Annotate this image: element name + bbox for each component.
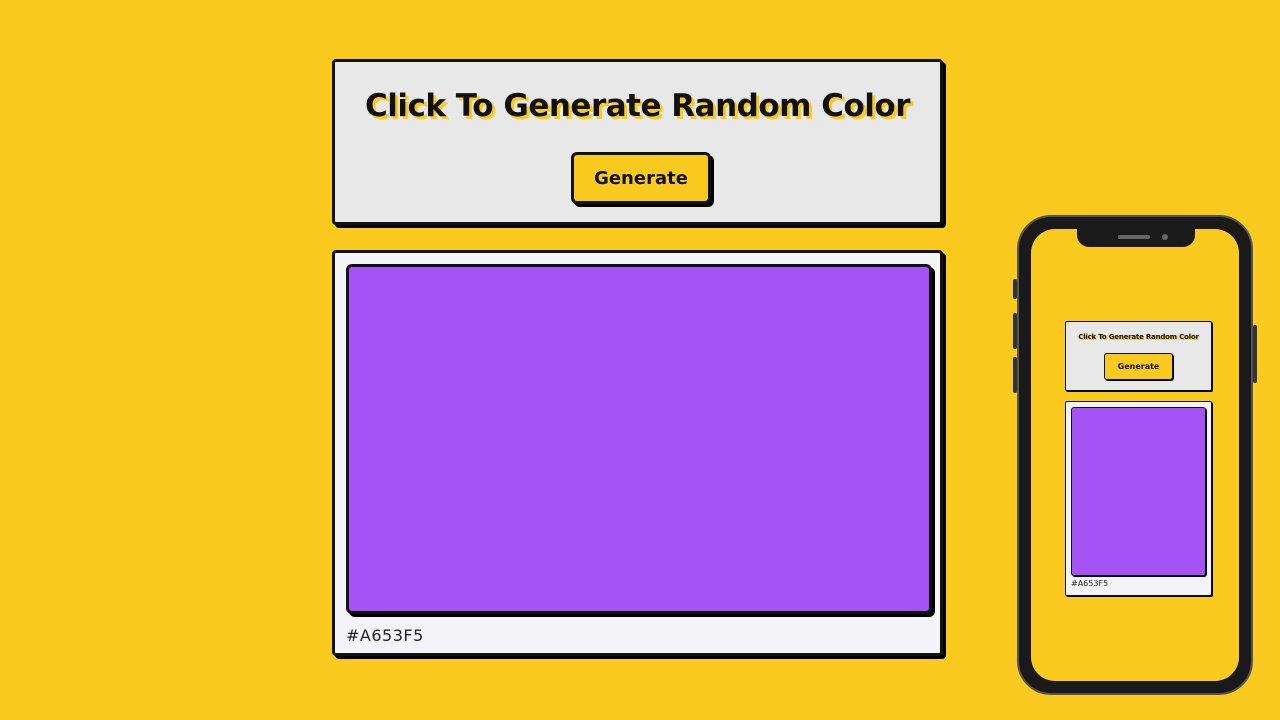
speaker-icon — [1118, 235, 1150, 239]
camera-icon — [1162, 234, 1168, 240]
phone-volume-down — [1013, 357, 1017, 393]
phone-silent-switch — [1013, 279, 1017, 299]
mobile-header-card: Click To Generate Random Color Generate — [1065, 321, 1212, 391]
mobile-color-card: #A653F5 — [1065, 401, 1212, 596]
mobile-generate-button[interactable]: Generate — [1104, 353, 1173, 380]
phone-notch — [1077, 229, 1195, 247]
header-card: Click To Generate Random Color Generate — [332, 59, 943, 225]
phone-screen: Click To Generate Random Color Generate … — [1031, 229, 1239, 681]
phone-mockup: Click To Generate Random Color Generate … — [1013, 215, 1257, 695]
mobile-color-swatch — [1071, 407, 1206, 576]
mobile-hex-code-label: #A653F5 — [1071, 579, 1109, 588]
color-swatch — [346, 264, 932, 614]
phone-volume-up — [1013, 313, 1017, 349]
hex-code-label: #A653F5 — [346, 626, 424, 645]
phone-power-button — [1253, 325, 1257, 383]
color-card: #A653F5 — [332, 250, 943, 656]
mobile-page-title: Click To Generate Random Color — [1078, 333, 1199, 341]
generate-button[interactable]: Generate — [571, 152, 711, 204]
page: Click To Generate Random Color Generate … — [0, 0, 1280, 720]
page-title: Click To Generate Random Color — [364, 88, 911, 124]
